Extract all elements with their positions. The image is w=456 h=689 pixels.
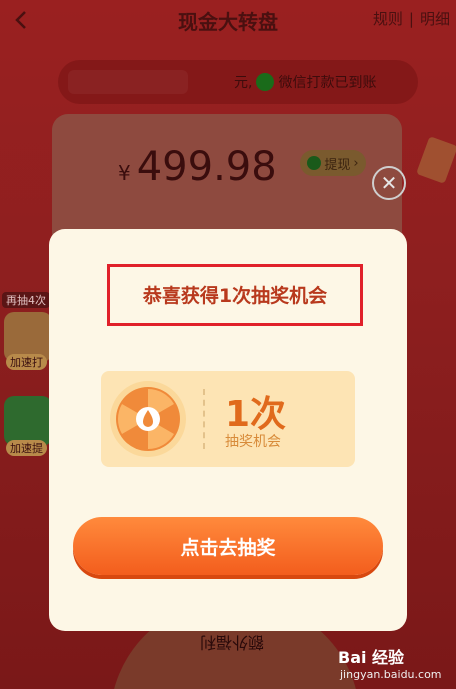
top-bar: 现金大转盘 规则 | 明细 <box>0 0 456 40</box>
top-links: 规则 | 明细 <box>373 8 450 29</box>
wechat-icon <box>256 73 275 91</box>
baidu-watermark: Bai 经验 <box>338 648 405 667</box>
reward-modal: 恭喜获得1次抽奖机会 1次 抽奖机会 点击去抽奖 <box>49 229 407 631</box>
details-link[interactable]: 明细 <box>420 10 450 28</box>
wechat-icon <box>307 156 322 170</box>
notice-text: 微信打款已到账 <box>278 75 377 91</box>
rules-link[interactable]: 规则 <box>373 10 403 28</box>
close-button[interactable]: ✕ <box>372 166 406 200</box>
withdraw-button[interactable]: 提现 › <box>300 150 366 176</box>
remaining-draws-tag: 再抽4次 <box>2 292 50 308</box>
side-panel: 再抽4次 <box>0 292 54 462</box>
chance-count: 1次 <box>225 394 287 435</box>
speed-up-withdraw-caption[interactable]: 加速提 <box>6 440 47 456</box>
card-divider <box>203 389 205 449</box>
link-separator: | <box>408 10 414 28</box>
payout-notice: 元, 微信打款已到账 <box>58 60 418 104</box>
wheel-segment-label: 额外福利 <box>200 633 265 652</box>
chance-label: 抽奖机会 <box>225 434 281 450</box>
balance-value: 499.98 <box>136 144 277 190</box>
go-draw-button[interactable]: 点击去抽奖 <box>73 517 383 575</box>
withdraw-label: 提现 <box>324 157 351 173</box>
notice-prefix: 元, <box>234 75 253 91</box>
blurred-username <box>68 70 188 94</box>
watermark-url: jingyan.baidu.com <box>340 668 442 681</box>
wechat-task-tile[interactable] <box>4 396 52 446</box>
currency-symbol: ¥ <box>118 161 131 185</box>
modal-title: 恭喜获得1次抽奖机会 <box>142 285 328 307</box>
balance-amount: ¥499.98 <box>118 144 277 190</box>
chevron-right-icon: › <box>353 155 359 171</box>
speed-up-caption[interactable]: 加速打 <box>6 354 47 370</box>
prize-wheel-icon <box>110 381 186 457</box>
